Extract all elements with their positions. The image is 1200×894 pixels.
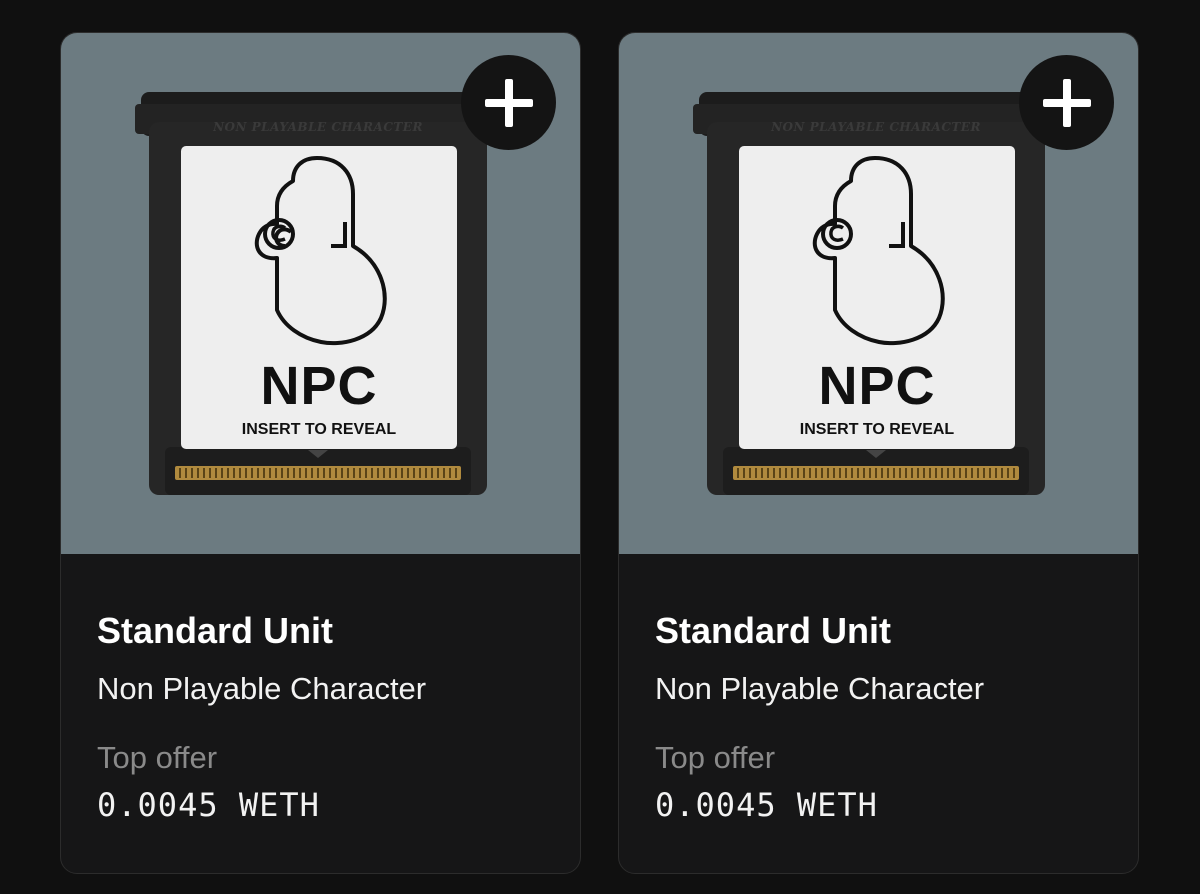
cartridge-caption: INSERT TO REVEAL	[241, 421, 397, 438]
add-to-cart-button[interactable]	[1019, 55, 1114, 150]
add-to-cart-button[interactable]	[461, 55, 556, 150]
item-image[interactable]: NON PLAYABLE CHARACTER NPC INSERT TO REV…	[61, 33, 580, 554]
cartridge-image: NON PLAYABLE CHARACTER NPC INSERT TO REV…	[135, 92, 501, 495]
top-offer-label: Top offer	[97, 739, 218, 775]
item-card[interactable]: NON PLAYABLE CHARACTER NPC INSERT TO REV…	[60, 32, 581, 874]
item-title[interactable]: Standard Unit	[97, 611, 544, 651]
collection-name[interactable]: Non Playable Character	[97, 671, 544, 706]
item-title[interactable]: Standard Unit	[655, 611, 1102, 651]
top-offer-value: 0.0045 WETH	[97, 785, 320, 824]
cartridge-image: NON PLAYABLE CHARACTER NPC INSERT TO REV…	[693, 92, 1059, 495]
npc-head-icon	[254, 156, 387, 346]
cartridge-logo-text: NPC	[260, 356, 378, 416]
cartridge-caption: INSERT TO REVEAL	[799, 421, 955, 438]
item-grid: NON PLAYABLE CHARACTER NPC INSERT TO REV…	[60, 32, 1141, 874]
plus-icon	[484, 78, 533, 127]
cartridge-top-text: NON PLAYABLE CHARACTER	[771, 120, 981, 134]
collection-name[interactable]: Non Playable Character	[655, 671, 1102, 706]
npc-head-icon	[812, 156, 945, 346]
cartridge-top-text: NON PLAYABLE CHARACTER	[213, 120, 423, 134]
item-info: Standard Unit Non Playable Character Top…	[61, 611, 580, 823]
item-card[interactable]: NON PLAYABLE CHARACTER NPC INSERT TO REV…	[618, 32, 1139, 874]
cartridge-logo-text: NPC	[818, 356, 936, 416]
plus-icon	[1042, 78, 1091, 127]
top-offer-value: 0.0045 WETH	[655, 785, 878, 824]
cartridge-label: NPC INSERT TO REVEAL	[181, 146, 457, 449]
item-info: Standard Unit Non Playable Character Top…	[619, 611, 1138, 823]
item-image[interactable]: NON PLAYABLE CHARACTER NPC INSERT TO REV…	[619, 33, 1138, 554]
top-offer-label: Top offer	[655, 739, 776, 775]
cartridge-label: NPC INSERT TO REVEAL	[739, 146, 1015, 449]
